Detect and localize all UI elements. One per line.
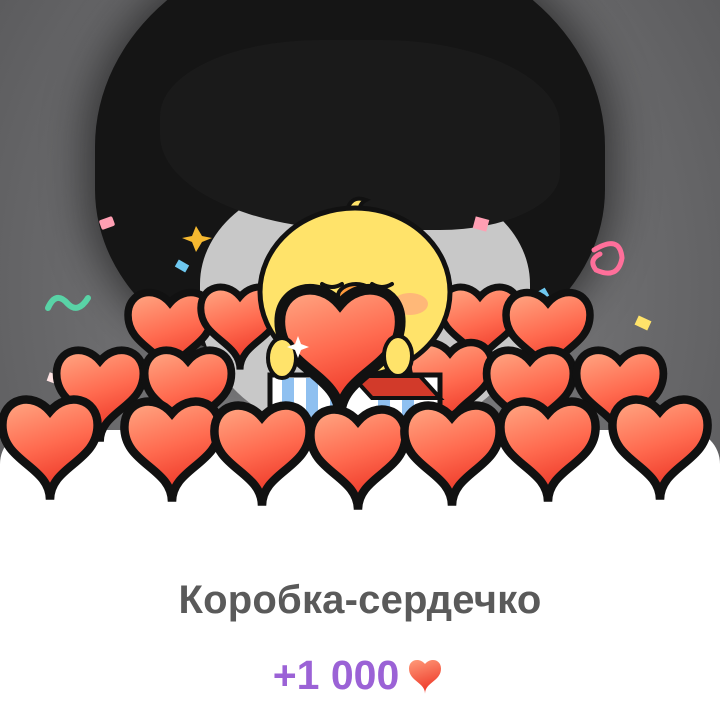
reward-row: +1 000 <box>0 652 720 699</box>
gift-title: Коробка-сердечко <box>178 578 542 622</box>
heart-icon <box>403 656 447 696</box>
reward-amount: +1 000 <box>272 652 400 698</box>
gift-popup: Коробка-сердечко +1 000 <box>0 0 720 720</box>
